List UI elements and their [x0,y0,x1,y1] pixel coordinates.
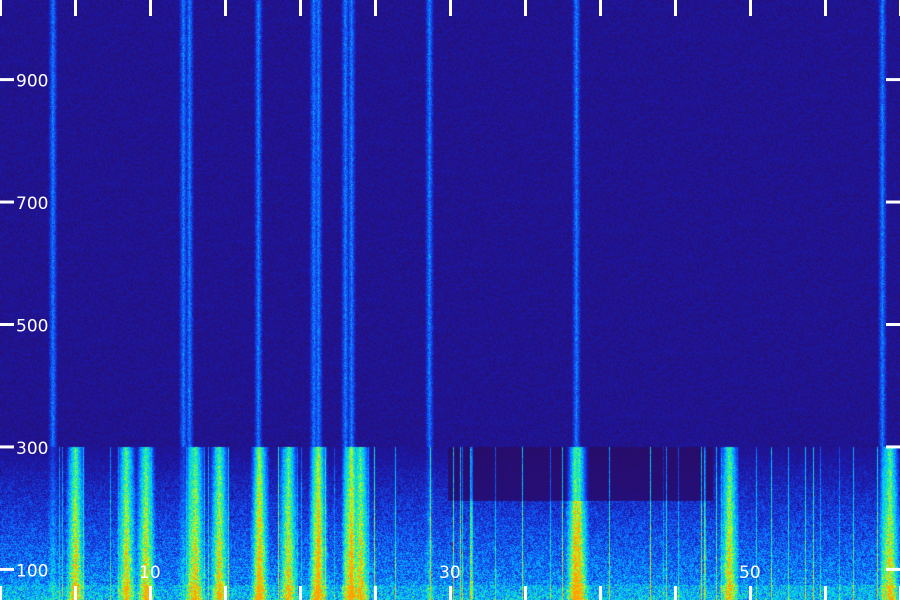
x-tick-label: 50 [739,563,761,583]
y-tick-label: 100 [16,561,48,581]
y-tick-label: 700 [16,194,48,214]
y-tick-label: 900 [16,72,48,92]
y-tick-label: 300 [16,439,48,459]
axes-overlay: 10 30 50 100 300 500 700 900 [0,0,900,600]
x-tick-label: 30 [439,563,461,583]
y-tick-label: 500 [16,316,48,336]
x-tick-label: 10 [139,563,161,583]
